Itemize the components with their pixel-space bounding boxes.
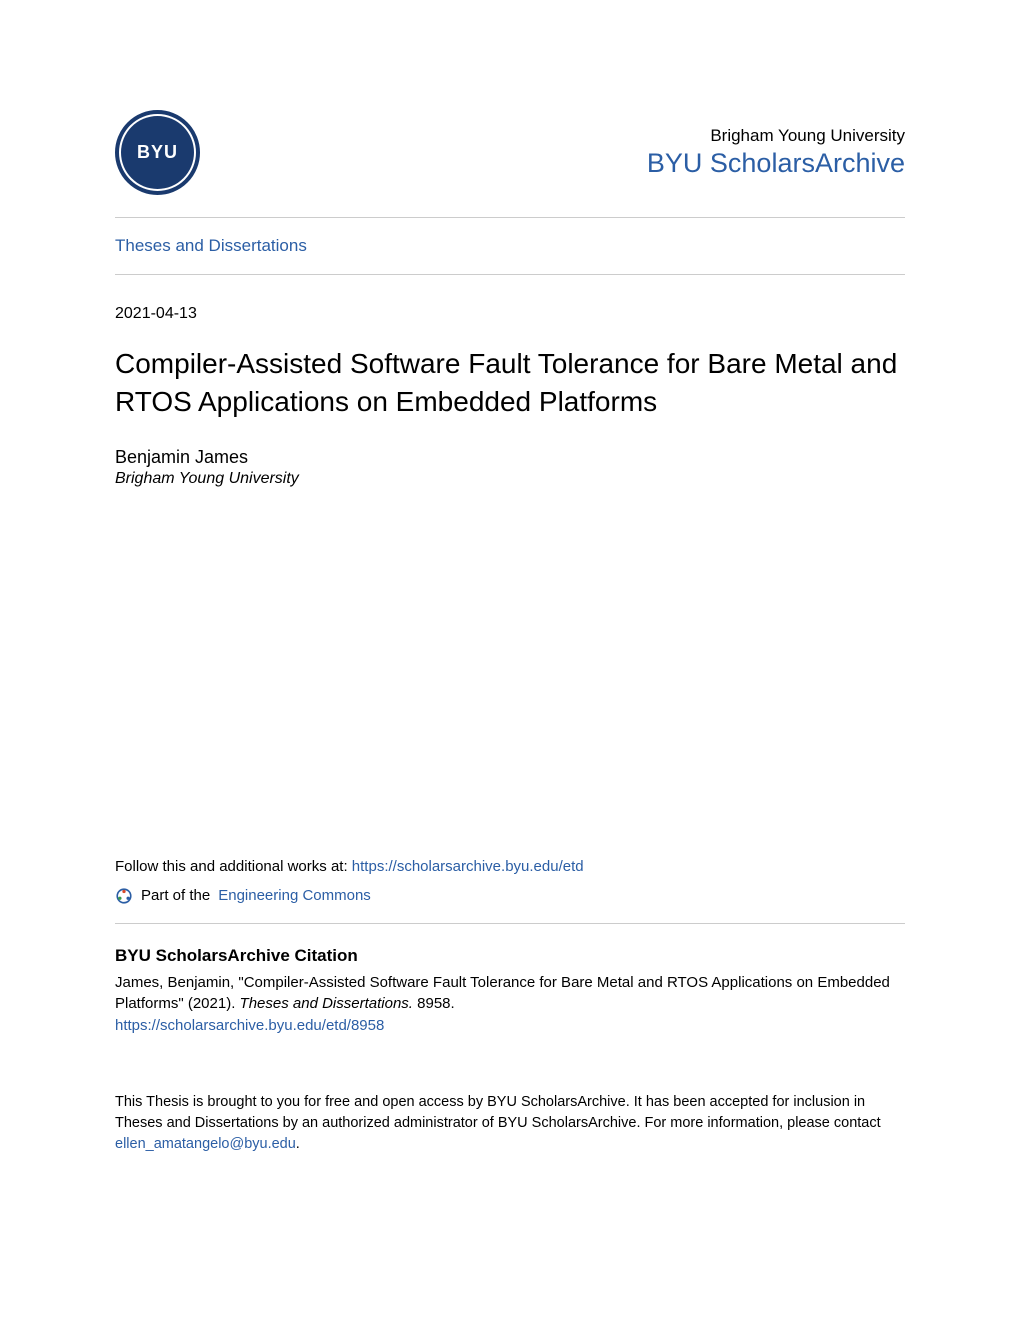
citation-heading: BYU ScholarsArchive Citation <box>115 946 905 966</box>
network-icon <box>115 887 133 905</box>
citation-section: BYU ScholarsArchive Citation James, Benj… <box>115 924 905 1063</box>
commons-row: Part of the Engineering Commons <box>115 887 905 924</box>
logo-container: BYU <box>115 110 200 195</box>
follow-url-link[interactable]: https://scholarsarchive.byu.edu/etd <box>352 858 584 875</box>
follow-prefix: Follow this and additional works at: <box>115 858 352 875</box>
access-statement: This Thesis is brought to you for free a… <box>115 1092 905 1155</box>
page-container: BYU Brigham Young University BYU Scholar… <box>0 0 1020 1215</box>
commons-link[interactable]: Engineering Commons <box>218 887 371 904</box>
header: BYU Brigham Young University BYU Scholar… <box>115 110 905 218</box>
breadcrumb-row: Theses and Dissertations <box>115 218 905 275</box>
footer-text-2: . <box>296 1136 300 1152</box>
header-titles: Brigham Young University BYU ScholarsArc… <box>647 126 905 179</box>
contact-email-link[interactable]: ellen_amatangelo@byu.edu <box>115 1136 296 1152</box>
citation-series: Theses and Dissertations. <box>240 995 413 1012</box>
author-affiliation: Brigham Young University <box>115 470 905 488</box>
citation-link[interactable]: https://scholarsarchive.byu.edu/etd/8958 <box>115 1017 905 1034</box>
follow-section: Follow this and additional works at: htt… <box>115 858 905 924</box>
archive-name-link[interactable]: BYU ScholarsArchive <box>647 148 905 178</box>
commons-prefix: Part of the <box>141 887 210 904</box>
author-name: Benjamin James <box>115 447 905 468</box>
university-seal: BYU <box>115 110 200 195</box>
main-content: 2021-04-13 Compiler-Assisted Software Fa… <box>115 275 905 1155</box>
citation-body-1: James, Benjamin, "Compiler-Assisted Soft… <box>115 974 890 1013</box>
footer-text-1: This Thesis is brought to you for free a… <box>115 1094 881 1131</box>
citation-body-2: 8958. <box>413 995 455 1012</box>
university-name: Brigham Young University <box>647 126 905 146</box>
university-seal-text: BYU <box>121 116 194 189</box>
collection-link[interactable]: Theses and Dissertations <box>115 236 307 255</box>
publication-date: 2021-04-13 <box>115 305 905 323</box>
follow-row: Follow this and additional works at: htt… <box>115 858 905 875</box>
paper-title: Compiler-Assisted Software Fault Toleran… <box>115 345 905 421</box>
citation-text: James, Benjamin, "Compiler-Assisted Soft… <box>115 972 905 1016</box>
